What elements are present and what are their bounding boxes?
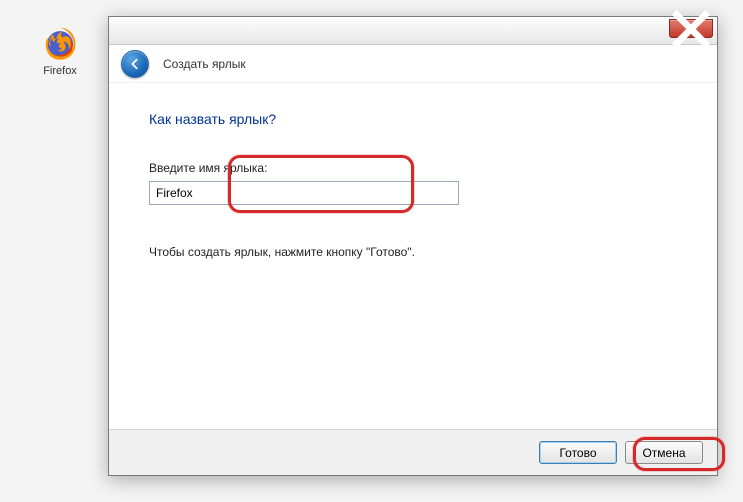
firefox-icon <box>41 24 79 62</box>
desktop-icon-firefox[interactable]: Firefox <box>30 24 90 77</box>
nav-row: Создать ярлык <box>109 45 717 83</box>
name-field-label: Введите имя ярлыка: <box>149 161 677 175</box>
shortcut-name-input[interactable] <box>149 181 459 205</box>
instruction-text: Чтобы создать ярлык, нажмите кнопку "Гот… <box>149 245 677 259</box>
dialog-footer: Готово Отмена <box>109 429 717 475</box>
close-button[interactable] <box>669 19 713 38</box>
create-shortcut-dialog: Создать ярлык Как назвать ярлык? Введите… <box>108 16 718 476</box>
dialog-content: Как назвать ярлык? Введите имя ярлыка: Ч… <box>109 83 717 429</box>
wizard-title: Создать ярлык <box>163 57 246 71</box>
arrow-left-icon <box>128 57 142 71</box>
close-icon <box>670 8 712 50</box>
back-button[interactable] <box>121 50 149 78</box>
titlebar <box>109 17 717 45</box>
desktop-icon-label: Firefox <box>30 65 90 77</box>
finish-button[interactable]: Готово <box>539 441 617 464</box>
cancel-button[interactable]: Отмена <box>625 441 703 464</box>
page-heading: Как назвать ярлык? <box>149 111 677 127</box>
